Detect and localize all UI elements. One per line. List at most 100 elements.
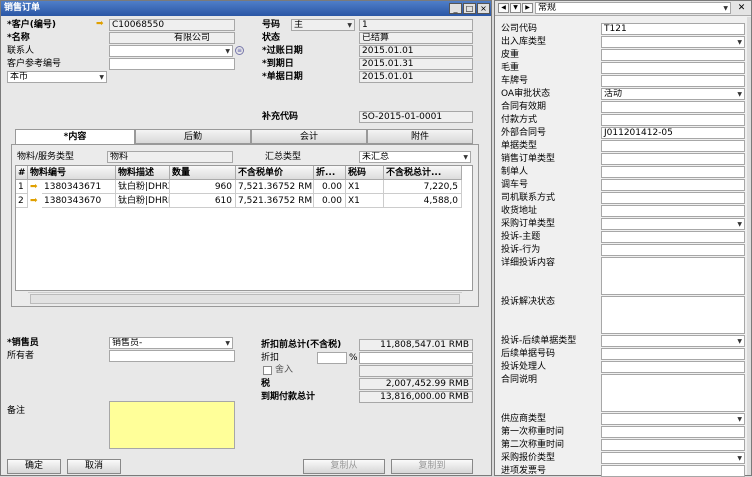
link-arrow-icon[interactable]: ➡ — [96, 19, 104, 29]
series-dropdown[interactable]: 主 — [291, 19, 355, 31]
side-field-dropdown[interactable]: 活动 — [601, 88, 745, 100]
table-cell[interactable]: 7,521.36752 RMB — [236, 194, 314, 208]
table-cell[interactable]: 2 — [16, 194, 28, 208]
col-header-qty[interactable]: 数量 — [170, 166, 236, 180]
side-close-icon[interactable]: ✕ — [735, 2, 748, 14]
tab-attachments[interactable]: 附件 — [367, 129, 473, 144]
table-cell[interactable]: 0.00 — [314, 180, 346, 194]
col-header-disc[interactable]: 折... — [314, 166, 346, 180]
side-field-input[interactable] — [601, 465, 745, 477]
maximize-button[interactable]: □ — [463, 3, 476, 14]
table-cell[interactable]: 7,220,5 — [384, 180, 462, 194]
table-cell[interactable]: 钛白粉|DHRZ-96 — [116, 180, 170, 194]
table-cell[interactable]: 0.00 — [314, 194, 346, 208]
table-cell[interactable]: 7,521.36752 RMB — [236, 180, 314, 194]
expand-icon[interactable]: ▶ — [522, 3, 533, 13]
discount-percent-field[interactable] — [317, 352, 347, 364]
side-field-input[interactable] — [601, 166, 745, 178]
col-header-code[interactable]: 物料编号 — [28, 166, 116, 180]
rounding-checkbox[interactable] — [263, 366, 272, 375]
row-link-arrow-icon[interactable]: ➡ — [30, 180, 38, 194]
side-field-dropdown[interactable] — [601, 218, 745, 230]
side-field-input[interactable] — [601, 231, 745, 243]
side-field-input[interactable] — [601, 361, 745, 373]
ok-button[interactable]: 确定 — [7, 459, 61, 474]
side-field-input[interactable] — [601, 140, 745, 152]
side-field-input[interactable] — [601, 205, 745, 217]
table-cell[interactable]: 1 — [16, 180, 28, 194]
owner-field[interactable] — [109, 350, 235, 362]
table-cell[interactable]: 4,588,0 — [384, 194, 462, 208]
currency-dropdown[interactable]: 本币 — [7, 71, 107, 83]
side-field-input[interactable] — [601, 179, 745, 191]
side-field-input[interactable] — [601, 62, 745, 74]
table-cell[interactable]: 960 — [170, 180, 236, 194]
item-type-field[interactable]: 物料 — [107, 151, 233, 163]
items-grid: # 物料编号 物料描述 数量 不含税单价 折... 税码 不含税总计... 1 … — [15, 165, 473, 304]
discount-amount-field[interactable] — [359, 352, 473, 364]
table-cell[interactable]: 1380343671 — [42, 180, 116, 194]
table-cell[interactable]: 钛白粉|DHRF-96 — [116, 194, 170, 208]
user-fields-panel: ◀ ▼ ▶ 常规 ✕ 公司代码 T121 出入库类型皮重毛重车牌号 OA审批状态 活动合… — [494, 0, 752, 477]
side-field-input[interactable] — [601, 348, 745, 360]
status-label: 状态 — [262, 33, 281, 43]
docnum-field[interactable]: 1 — [359, 19, 473, 31]
side-field-dropdown[interactable] — [601, 413, 745, 425]
side-field-input[interactable] — [601, 374, 745, 412]
remarks-textarea[interactable] — [109, 401, 235, 449]
table-cell[interactable]: X1 — [346, 180, 384, 194]
side-field-input[interactable]: J011201412-05 — [601, 127, 745, 139]
cancel-button[interactable]: 取消 — [67, 459, 121, 474]
side-field-input[interactable] — [601, 244, 745, 256]
side-field-input[interactable] — [601, 439, 745, 451]
supp-code-field[interactable]: SO-2015-01-0001 — [359, 111, 473, 123]
row-link-arrow-icon[interactable]: ➡ — [30, 194, 38, 208]
minimize-button[interactable]: _ — [449, 3, 462, 14]
posting-date-label: *过账日期 — [262, 46, 303, 56]
col-header-price[interactable]: 不含税单价 — [236, 166, 314, 180]
side-field-dropdown[interactable] — [601, 452, 745, 464]
side-field-input[interactable] — [601, 296, 745, 334]
side-field-label: 制单人 — [501, 167, 529, 177]
col-header-total[interactable]: 不含税总计... — [384, 166, 462, 180]
cust-ref-field[interactable] — [109, 58, 235, 70]
table-cell[interactable]: 610 — [170, 194, 236, 208]
tax-label: 税 — [261, 379, 271, 389]
side-field-input[interactable] — [601, 49, 745, 61]
tab-logistics[interactable]: 后勤 — [135, 129, 251, 144]
side-field-input[interactable] — [601, 153, 745, 165]
tab-contents[interactable]: *内容 — [15, 129, 135, 145]
side-field-input[interactable] — [601, 114, 745, 126]
doc-date-field[interactable]: 2015.01.01 — [359, 71, 473, 83]
category-dropdown[interactable]: 常规 — [535, 2, 731, 14]
col-header-tax[interactable]: 税码 — [346, 166, 384, 180]
side-field-input[interactable] — [601, 192, 745, 204]
next-icon[interactable]: ▼ — [510, 3, 521, 13]
sales-employee-dropdown[interactable]: 销售员- — [109, 337, 233, 349]
side-scrollbar[interactable] — [747, 17, 751, 475]
copy-from-button[interactable]: 复制从 — [303, 459, 385, 474]
contact-dropdown[interactable] — [109, 45, 233, 57]
side-field-input[interactable]: T121 — [601, 23, 745, 35]
side-field-input[interactable] — [601, 257, 745, 295]
name-field[interactable]: 有限公司 — [109, 32, 235, 44]
col-header-num[interactable]: # — [16, 166, 28, 180]
info-icon[interactable]: ≡ — [235, 46, 244, 55]
side-field-dropdown[interactable] — [601, 335, 745, 347]
side-field-input[interactable] — [601, 101, 745, 113]
side-field-input[interactable] — [601, 426, 745, 438]
prev-icon[interactable]: ◀ — [498, 3, 509, 13]
due-date-field[interactable]: 2015.01.31 — [359, 58, 473, 70]
customer-code-field[interactable]: C10068550 — [109, 19, 235, 31]
summary-type-dropdown[interactable]: 未汇总 — [359, 151, 471, 163]
col-header-desc[interactable]: 物料描述 — [116, 166, 170, 180]
table-cell[interactable]: 1380343670 — [42, 194, 116, 208]
tab-accounting[interactable]: 会计 — [251, 129, 367, 144]
copy-to-button[interactable]: 复制到 — [391, 459, 473, 474]
table-cell[interactable]: X1 — [346, 194, 384, 208]
side-field-input[interactable] — [601, 75, 745, 87]
close-button[interactable]: × — [477, 3, 490, 14]
side-field-dropdown[interactable] — [601, 36, 745, 48]
horizontal-scrollbar[interactable] — [30, 294, 460, 304]
posting-date-field[interactable]: 2015.01.01 — [359, 45, 473, 57]
